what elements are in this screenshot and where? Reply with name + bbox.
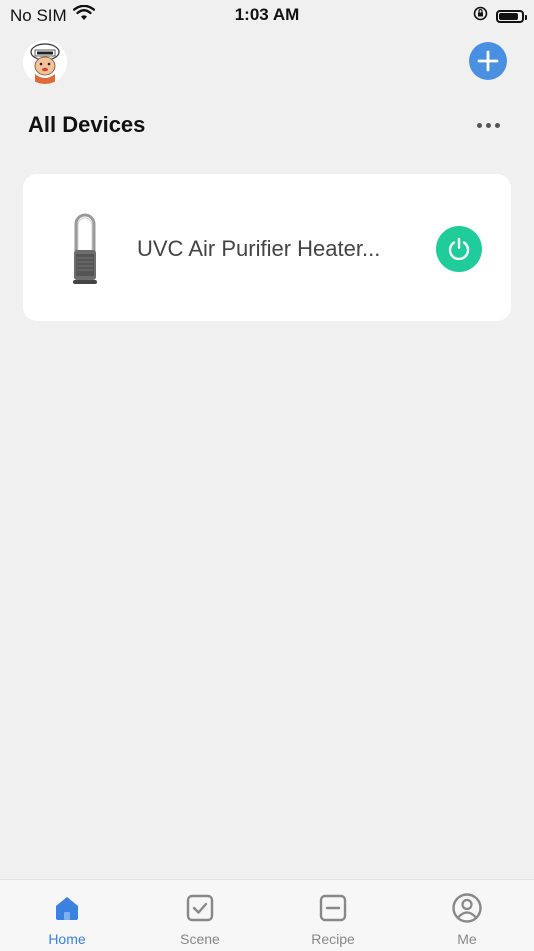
tab-label: Scene (180, 931, 220, 947)
more-dots-icon (494, 122, 500, 128)
device-card[interactable]: UVC Air Purifier Heater... (23, 174, 511, 321)
tab-label: Home (48, 931, 86, 947)
more-dots-icon (485, 122, 491, 128)
tab-label: Me (457, 931, 477, 947)
device-name: UVC Air Purifier Heater... (137, 236, 381, 261)
tab-label: Recipe (311, 931, 355, 947)
avatar[interactable] (23, 40, 67, 84)
battery-level (499, 12, 518, 20)
battery-icon (496, 9, 527, 23)
tab-me[interactable]: Me (417, 880, 517, 951)
power-button[interactable] (436, 226, 482, 272)
status-time: 1:03 AM (234, 5, 300, 24)
tab-bar: Home Scene Recipe Me (0, 879, 534, 951)
more-dots-icon (476, 122, 482, 128)
plus-icon (477, 50, 499, 72)
tab-home[interactable]: Home (17, 880, 117, 951)
orientation-lock-icon (473, 6, 488, 26)
more-options-button[interactable] (472, 114, 504, 136)
power-icon (448, 237, 470, 261)
status-bar: No SIM 1:03 AM (0, 0, 534, 30)
tab-scene[interactable]: Scene (150, 880, 250, 951)
page-title: All Devices (28, 112, 146, 137)
user-circle-icon (451, 892, 483, 924)
add-device-button[interactable] (469, 42, 507, 80)
tab-recipe[interactable]: Recipe (283, 880, 383, 951)
home-icon (51, 892, 83, 924)
checkbox-icon (184, 892, 216, 924)
air-purifier-tower-icon (69, 210, 101, 286)
status-right (473, 6, 527, 26)
chef-avatar-icon (23, 40, 67, 84)
minus-square-icon (317, 892, 349, 924)
